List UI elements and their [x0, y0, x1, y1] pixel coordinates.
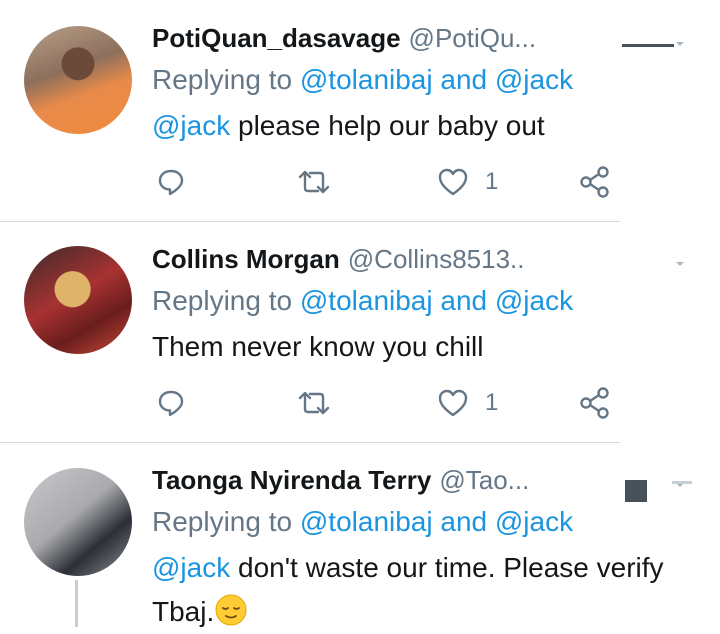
overlay-artifact	[622, 44, 674, 47]
tweet-header: Collins Morgan @Collins8513..	[152, 244, 525, 274]
user-handle[interactable]: @PotiQu...	[409, 23, 537, 53]
tweet-body-line-1: don't waste our time. Please verify	[230, 552, 664, 583]
relieved-face-emoji	[215, 594, 247, 626]
like-count: 1	[485, 389, 499, 416]
thread-line	[75, 580, 78, 627]
avatar[interactable]	[24, 468, 132, 576]
replying-to-label: Replying to	[152, 506, 293, 537]
like-button[interactable]: 1	[437, 162, 498, 202]
tweet-header: Taonga Nyirenda Terry @Tao...	[152, 465, 529, 495]
retweet-icon	[298, 391, 330, 415]
retweet-icon	[298, 170, 330, 194]
tweet-actions: 1	[152, 162, 622, 202]
user-name[interactable]: Collins Morgan	[152, 244, 340, 274]
reply-button[interactable]	[156, 383, 186, 423]
like-icon	[438, 389, 468, 417]
overlay-artifact	[672, 481, 692, 484]
user-handle[interactable]: @Tao...	[439, 465, 529, 495]
share-button[interactable]	[578, 162, 610, 202]
replying-to: Replying to @tolanibaj and @jack	[152, 285, 573, 317]
tweet-body-line-2: Tbaj.	[152, 596, 215, 627]
retweet-button[interactable]	[296, 162, 332, 202]
mention-link[interactable]: @jack	[152, 552, 230, 583]
tweet-body: Them never know you chill	[152, 331, 484, 362]
avatar[interactable]	[24, 246, 132, 354]
tweet-header: PotiQuan_dasavage @PotiQu...	[152, 23, 536, 53]
replying-to-users[interactable]: @tolanibaj and @jack	[300, 64, 573, 95]
tweet-actions: 1	[152, 383, 622, 423]
user-name[interactable]: Taonga Nyirenda Terry	[152, 465, 431, 495]
chevron-down-icon[interactable]	[676, 262, 684, 266]
reply-icon	[158, 169, 184, 196]
divider	[0, 442, 620, 443]
tweet-text: Them never know you chill	[152, 325, 712, 369]
replying-to-label: Replying to	[152, 285, 293, 316]
replying-to-users[interactable]: @tolanibaj and @jack	[300, 285, 573, 316]
avatar[interactable]	[24, 26, 132, 134]
replying-to-label: Replying to	[152, 64, 293, 95]
replying-to-users[interactable]: @tolanibaj and @jack	[300, 506, 573, 537]
replying-to: Replying to @tolanibaj and @jack	[152, 64, 573, 96]
tweet-text: @jack please help our baby out	[152, 104, 712, 148]
chevron-down-icon[interactable]	[676, 42, 684, 46]
retweet-button[interactable]	[296, 383, 332, 423]
like-button[interactable]: 1	[437, 383, 498, 423]
tweet-body: please help our baby out	[230, 110, 545, 141]
share-button[interactable]	[578, 383, 610, 423]
share-icon	[580, 387, 609, 419]
mention-link[interactable]: @jack	[152, 110, 230, 141]
tweet-text: @jack don't waste our time. Please verif…	[152, 546, 712, 634]
share-icon	[580, 166, 609, 198]
overlay-artifact	[625, 480, 647, 502]
reply-icon	[158, 390, 184, 417]
user-name[interactable]: PotiQuan_dasavage	[152, 23, 401, 53]
user-handle[interactable]: @Collins8513..	[348, 244, 525, 274]
reply-button[interactable]	[156, 162, 186, 202]
like-icon	[438, 168, 468, 196]
replying-to: Replying to @tolanibaj and @jack	[152, 506, 573, 538]
like-count: 1	[485, 168, 499, 195]
